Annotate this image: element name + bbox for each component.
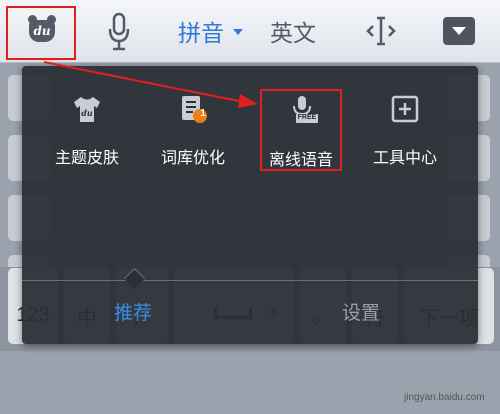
tab-indicator-notch xyxy=(123,267,146,290)
shirt-icon: du xyxy=(74,97,100,122)
input-toolbar: du 拼音 英文 xyxy=(0,0,500,63)
menu-item-dictionary-optimize[interactable]: 1 词库优化 xyxy=(148,86,238,186)
menu-item-label: 离线语音 xyxy=(268,150,333,169)
tab-recommend[interactable]: 推荐 xyxy=(114,298,152,325)
menu-item-label: 词库优化 xyxy=(160,148,225,167)
logo-text: du xyxy=(33,24,51,38)
chevron-down-icon xyxy=(233,29,243,35)
menu-item-offline-voice[interactable]: FREE 离线语音 xyxy=(260,89,342,171)
notification-badge: 1 xyxy=(200,108,206,119)
menu-item-label: 主题皮肤 xyxy=(54,148,119,167)
menu-item-label: 工具中心 xyxy=(372,148,437,167)
svg-text:du: du xyxy=(81,108,93,118)
english-mode-button[interactable]: 英文 xyxy=(270,14,316,48)
pinyin-mode-button[interactable]: 拼音 xyxy=(178,14,224,48)
menu-item-tool-center[interactable]: 工具中心 xyxy=(360,86,450,186)
cursor-move-icon[interactable] xyxy=(364,14,398,48)
collapse-menu-button[interactable] xyxy=(443,17,475,45)
watermark: jingyan.baidu.com xyxy=(404,392,485,403)
du-logo-button[interactable]: du xyxy=(6,6,76,60)
divider xyxy=(22,280,478,281)
logo-popup-menu: du 主题皮肤 1 词库优化 FREE 离线语音 工具中心 推荐 设置 xyxy=(22,66,478,344)
microphone-icon[interactable] xyxy=(105,12,133,52)
tab-settings[interactable]: 设置 xyxy=(342,298,380,325)
plus-box-icon xyxy=(391,95,419,123)
free-badge-text: FREE xyxy=(297,114,317,121)
menu-item-theme-skin[interactable]: du 主题皮肤 xyxy=(42,86,132,186)
bear-logo-icon: du xyxy=(28,15,56,42)
